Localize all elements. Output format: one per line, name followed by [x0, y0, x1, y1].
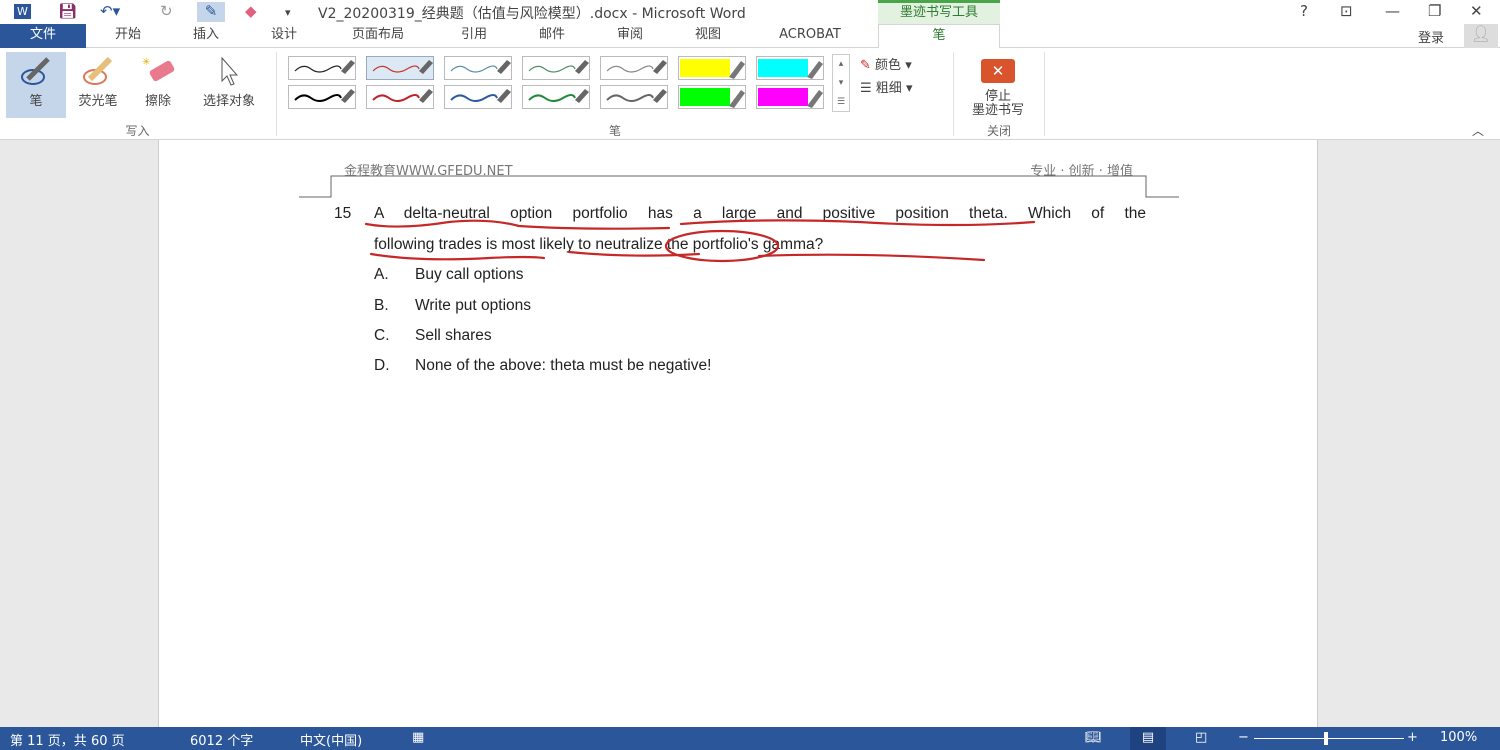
web-layout-icon[interactable]: ◰ — [1195, 730, 1207, 745]
collapse-ribbon-icon[interactable]: ︿ — [1472, 122, 1484, 139]
highlighter-swatch[interactable] — [678, 85, 746, 109]
ribbon: 笔 荧光笔 ✳ 擦除 选择对象 写入 ▴ ▾ ☰ ✎ 颜色 ▾ ☰ 粗细 ▾ 笔 ✕… — [0, 48, 1500, 140]
tab-references[interactable]: 引用 — [446, 24, 502, 48]
ink-underline — [679, 219, 1036, 227]
ink-circle — [664, 229, 780, 263]
status-bar: 第 11 页，共 60 页 6012 个字 中文(中国) ▦ 📖︎ ▤ ◰ − … — [0, 727, 1500, 750]
select-objects-button[interactable]: 选择对象 — [190, 52, 268, 118]
print-layout-icon[interactable]: ▤ — [1130, 727, 1166, 750]
eraser-quick-icon[interactable]: ◆ — [245, 2, 257, 20]
pen-color-icon: ✎ — [860, 58, 871, 73]
undo-icon[interactable]: ↶▾ — [100, 2, 120, 20]
pen-swatch[interactable] — [288, 85, 356, 109]
divider — [953, 52, 954, 136]
eraser-button[interactable]: ✳ 擦除 — [130, 52, 186, 118]
save-icon[interactable]: 💾︎ — [58, 2, 77, 20]
read-mode-icon[interactable]: 📖︎ — [1085, 730, 1102, 745]
zoom-out-button[interactable]: − — [1238, 730, 1249, 745]
word-count[interactable]: 6012 个字 — [190, 730, 253, 749]
window-title: V2_20200319_经典题（估值与风险模型）.docx - Microsof… — [318, 6, 746, 22]
ink-underline — [369, 252, 546, 261]
ribbon-tabs: 文件 开始 插入 设计 页面布局 引用 邮件 审阅 视图 ACROBAT 笔 登… — [0, 24, 1500, 49]
ink-underline — [364, 219, 671, 230]
tab-home[interactable]: 开始 — [100, 24, 156, 48]
sign-in-link[interactable]: 登录 — [1418, 27, 1444, 46]
tab-insert[interactable]: 插入 — [178, 24, 234, 48]
ink-underline — [757, 253, 986, 262]
page-count[interactable]: 第 11 页，共 60 页 — [10, 730, 125, 749]
group-label-write: 写入 — [125, 124, 150, 138]
tab-mailings[interactable]: 邮件 — [524, 24, 580, 48]
help-button[interactable]: ? — [1300, 2, 1308, 20]
language[interactable]: 中文(中国) — [300, 730, 362, 749]
tab-view[interactable]: 视图 — [680, 24, 736, 48]
ink-annotations — [364, 219, 1036, 263]
stop-x-icon: ✕ — [981, 59, 1015, 83]
eraser-icon: ✳ — [130, 52, 186, 90]
tab-pens[interactable]: 笔 — [878, 24, 1000, 49]
highlighter-swatch[interactable] — [756, 85, 824, 109]
tab-file[interactable]: 文件 — [0, 24, 86, 48]
zoom-slider-thumb[interactable] — [1324, 732, 1328, 745]
pen-swatch[interactable] — [444, 56, 512, 80]
group-label-close: 关闭 — [986, 124, 1011, 138]
ribbon-display-button[interactable]: ⊡ — [1340, 2, 1353, 20]
gallery-scroll[interactable]: ▴ ▾ ☰ — [832, 54, 850, 112]
pen-swatch[interactable] — [600, 56, 668, 80]
group-label-pens: 笔 — [608, 124, 621, 138]
pen-swatch[interactable] — [366, 56, 434, 80]
context-tab-ink-tools: 墨迹书写工具 — [878, 0, 1000, 24]
divider — [1044, 52, 1045, 136]
line-weight-icon: ☰ — [860, 81, 872, 96]
tab-acrobat[interactable]: ACROBAT — [760, 24, 860, 48]
title-bar: W 💾︎ ↶▾ ↻ ✎ ◆ ▾ V2_20200319_经典题（估值与风险模型）… — [0, 0, 1500, 24]
zoom-slider[interactable] — [1254, 738, 1404, 739]
page: 金程教育WWW.GFEDU.NET 专业 · 创新 · 增值 15 A delt… — [158, 140, 1318, 727]
document-area: 金程教育WWW.GFEDU.NET 专业 · 创新 · 增值 15 A delt… — [0, 140, 1500, 727]
pen-button[interactable]: 笔 — [6, 52, 66, 118]
pen-swatch[interactable] — [288, 56, 356, 80]
zoom-level[interactable]: 100% — [1440, 730, 1477, 745]
pen-swatch[interactable] — [366, 85, 434, 109]
restore-button[interactable]: ❐ — [1428, 2, 1441, 20]
pen-icon — [6, 52, 66, 90]
pen-swatch[interactable] — [522, 56, 590, 80]
tab-design[interactable]: 设计 — [256, 24, 312, 48]
stop-inking-button[interactable]: ✕ 停止 墨迹书写 — [958, 52, 1038, 118]
macro-record-icon[interactable]: ▦ — [412, 730, 424, 745]
customize-quick-access-icon[interactable]: ▾ — [285, 6, 291, 19]
minimize-button[interactable]: — — [1385, 2, 1400, 20]
pen-color-dropdown[interactable]: ✎ 颜色 ▾ — [860, 54, 912, 73]
word-logo-icon: W — [14, 4, 31, 19]
tab-review[interactable]: 审阅 — [602, 24, 658, 48]
pen-quick-icon[interactable]: ✎ — [197, 2, 225, 22]
redo-icon[interactable]: ↻ — [160, 2, 173, 20]
tab-layout[interactable]: 页面布局 — [335, 24, 421, 48]
pen-swatch[interactable] — [444, 85, 512, 109]
highlighter-button[interactable]: 荧光笔 — [68, 52, 128, 118]
highlighter-icon — [68, 52, 128, 90]
divider — [276, 52, 277, 136]
svg-text:✳: ✳ — [142, 57, 150, 68]
avatar[interactable]: 👤︎ — [1464, 24, 1498, 48]
close-button[interactable]: ✕ — [1470, 2, 1483, 20]
highlighter-swatch[interactable] — [678, 56, 746, 80]
pen-swatch[interactable] — [522, 85, 590, 109]
pen-swatch[interactable] — [600, 85, 668, 109]
pen-weight-dropdown[interactable]: ☰ 粗细 ▾ — [860, 77, 912, 96]
zoom-in-button[interactable]: + — [1407, 730, 1418, 745]
highlighter-swatch[interactable] — [756, 56, 824, 80]
cursor-arrow-icon — [190, 52, 268, 90]
